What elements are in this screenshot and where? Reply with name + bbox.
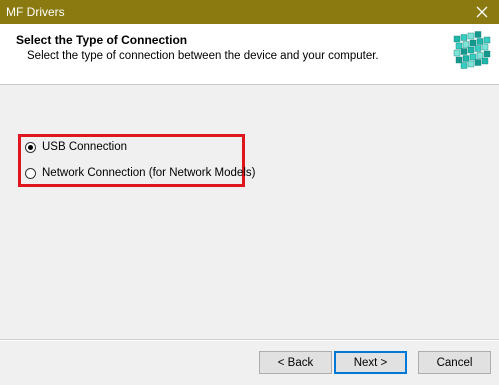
window-title: MF Drivers bbox=[6, 5, 65, 19]
usb-connection-option[interactable]: USB Connection bbox=[25, 139, 127, 155]
cancel-button[interactable]: Cancel bbox=[418, 351, 491, 374]
content-area bbox=[0, 85, 499, 340]
wizard-header: Select the Type of Connection Select the… bbox=[0, 24, 499, 85]
title-bar: MF Drivers bbox=[0, 0, 499, 24]
back-button[interactable]: < Back bbox=[259, 351, 332, 374]
close-icon bbox=[476, 6, 488, 18]
close-button[interactable] bbox=[465, 0, 499, 24]
next-button[interactable]: Next > bbox=[334, 351, 407, 374]
network-connection-label[interactable]: Network Connection (for Network Models) bbox=[42, 167, 255, 179]
network-connection-radio[interactable] bbox=[25, 167, 36, 179]
header-subtitle: Select the type of connection between th… bbox=[27, 50, 379, 62]
usb-connection-label[interactable]: USB Connection bbox=[42, 141, 127, 153]
installer-cube-icon bbox=[453, 31, 491, 69]
footer-divider-highlight bbox=[0, 340, 499, 341]
header-title: Select the Type of Connection bbox=[16, 33, 188, 47]
network-connection-option[interactable]: Network Connection (for Network Models) bbox=[25, 165, 255, 181]
usb-connection-radio[interactable] bbox=[25, 141, 36, 153]
